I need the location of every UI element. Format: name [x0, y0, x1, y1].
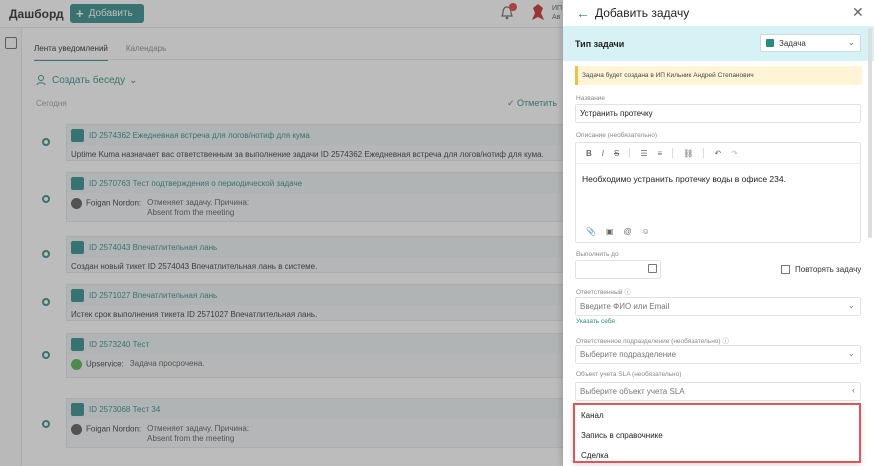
add-task-panel: ← Добавить задачу ✕ Тип задачи Задача ⌄ …: [563, 0, 874, 466]
link-icon[interactable]: ⛓: [683, 149, 693, 158]
panel-scrollbar[interactable]: [868, 28, 872, 238]
close-icon[interactable]: ✕: [852, 4, 864, 21]
sla-option-channel[interactable]: Канал: [575, 405, 859, 425]
department-placeholder: Выберите подразделение: [580, 350, 677, 359]
task-type-row: Тип задачи Задача ⌄: [563, 26, 874, 61]
responsible-label: Ответственный ⓘ: [576, 286, 631, 296]
description-label: Описание (необязательно): [576, 132, 658, 139]
calendar-icon[interactable]: [648, 264, 657, 273]
emoji-icon[interactable]: ☺: [642, 227, 650, 236]
strikethrough-icon[interactable]: S: [614, 149, 619, 158]
panel-title: Добавить задачу: [595, 6, 690, 20]
chevron-down-icon: ⌄: [847, 300, 855, 310]
attach-icon[interactable]: 📎: [586, 227, 596, 236]
task-type-value: Задача: [779, 38, 806, 48]
sla-option-deal[interactable]: Сделка: [575, 445, 859, 465]
description-editor[interactable]: B I S ☰ ≡ ⛓ ↶ ↷ Необходимо устранить про…: [575, 142, 861, 243]
italic-icon[interactable]: I: [602, 149, 604, 158]
panel-header: ← Добавить задачу ✕: [563, 0, 874, 26]
chevron-down-icon: ⌄: [847, 348, 855, 358]
responsible-input[interactable]: Введите ФИО или Email ⌄: [575, 297, 861, 316]
due-label: Выполнить до: [576, 251, 619, 258]
sla-option-directory-entry[interactable]: Запись в справочнике: [575, 425, 859, 445]
sla-select[interactable]: Выберите объект учета SLA ‹: [575, 382, 861, 401]
task-type-label: Тип задачи: [575, 39, 625, 49]
info-icon: ⓘ: [624, 289, 631, 296]
repeat-label: Повторять задачу: [795, 265, 862, 274]
chevron-down-icon: ⌄: [847, 37, 855, 47]
repeat-checkbox[interactable]: [781, 265, 790, 274]
undo-icon[interactable]: ↶: [714, 149, 721, 158]
responsible-label-text: Ответственный: [576, 289, 623, 296]
toolbar-divider: [629, 148, 631, 158]
sla-label: Объект учета SLA (необязательно): [576, 371, 682, 378]
back-arrow-icon[interactable]: ←: [576, 5, 590, 21]
mention-icon[interactable]: @: [624, 227, 632, 236]
task-type-select[interactable]: Задача ⌄: [760, 34, 861, 52]
modal-overlay[interactable]: [0, 0, 563, 466]
toolbar-divider: [703, 148, 705, 158]
bold-icon[interactable]: B: [586, 149, 592, 158]
redo-icon[interactable]: ↷: [731, 149, 738, 158]
department-label-text: Ответственное подразделение (необязатель…: [576, 338, 721, 345]
editor-footer: 📎 ▣ @ ☺: [586, 227, 650, 236]
bullet-list-icon[interactable]: ☰: [640, 149, 647, 158]
assign-me-link[interactable]: Указать себя: [576, 318, 615, 325]
name-input[interactable]: Устранить протечку: [575, 104, 861, 123]
company-notice: Задача будет создана в ИП Кильник Андрей…: [575, 66, 862, 85]
description-text[interactable]: Необходимо устранить протечку воды в офи…: [576, 164, 860, 194]
toolbar-divider: [672, 148, 674, 158]
image-icon[interactable]: ▣: [606, 227, 614, 236]
info-icon: ⓘ: [722, 338, 729, 345]
editor-toolbar: B I S ☰ ≡ ⛓ ↶ ↷: [576, 143, 860, 164]
sla-placeholder: Выберите объект учета SLA: [580, 387, 685, 396]
numbered-list-icon[interactable]: ≡: [658, 149, 663, 158]
repeat-task-toggle[interactable]: Повторять задачу: [781, 265, 861, 274]
chevron-left-icon: ‹: [852, 385, 855, 395]
department-select[interactable]: Выберите подразделение ⌄: [575, 345, 861, 364]
name-label: Название: [576, 95, 606, 102]
sla-dropdown: Канал Запись в справочнике Сделка: [573, 403, 861, 463]
task-type-icon: [766, 39, 774, 47]
responsible-placeholder: Введите ФИО или Email: [580, 302, 670, 311]
department-label: Ответственное подразделение (необязатель…: [576, 335, 729, 345]
